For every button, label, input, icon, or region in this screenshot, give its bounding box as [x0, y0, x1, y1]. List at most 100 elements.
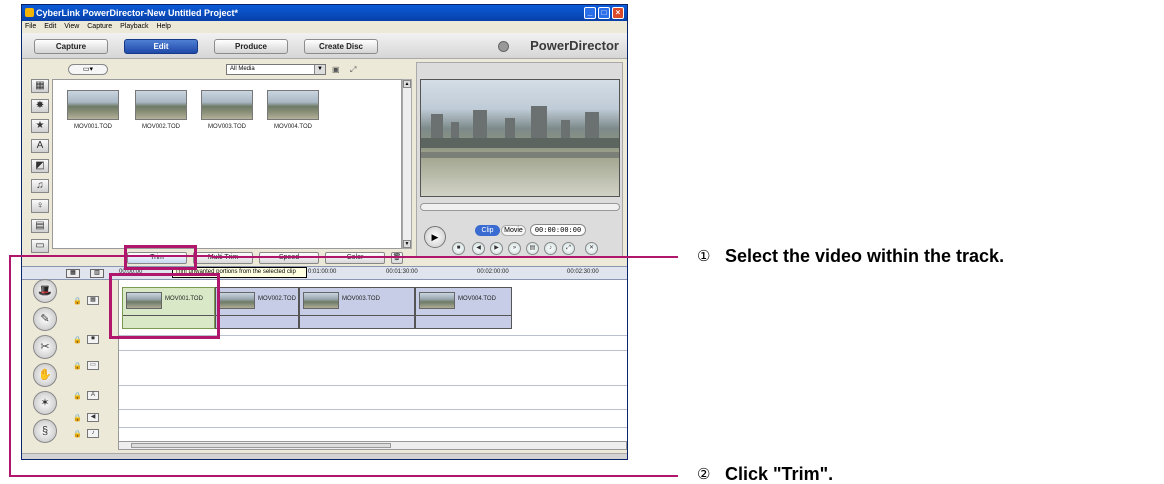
thumbnail-label: MOV001.TOD	[74, 124, 112, 130]
help-icon[interactable]	[498, 41, 509, 52]
menu-view[interactable]: View	[64, 23, 79, 30]
app-icon	[25, 8, 34, 17]
pip-room-icon[interactable]: ★	[31, 119, 49, 133]
media-thumbnail[interactable]: MOV002.TOD	[135, 90, 187, 134]
timeline-clip[interactable]: MOV004.TOD	[415, 287, 512, 329]
media-thumbnail[interactable]: MOV003.TOD	[201, 90, 253, 134]
minimize-button[interactable]: _	[584, 7, 596, 19]
voice-over-room-icon[interactable]: ♀	[31, 199, 49, 213]
menu-playback[interactable]: Playback	[120, 23, 148, 30]
transition-room-icon[interactable]: ◩	[31, 159, 49, 173]
step1-number: ①	[697, 248, 711, 265]
thumbnail-label: MOV003.TOD	[208, 124, 246, 130]
menu-capture[interactable]: Capture	[87, 23, 112, 30]
thumbnail-label: MOV002.TOD	[142, 124, 180, 130]
fast-forward-icon[interactable]: »	[508, 242, 521, 255]
folder-menu-button[interactable]: ▭▾	[68, 64, 108, 75]
scroll-down-icon[interactable]: ▼	[403, 240, 411, 248]
title-bar: CyberLink PowerDirector-New Untitled Pro…	[22, 5, 627, 21]
title-room-icon[interactable]: A	[31, 139, 49, 153]
ruler-tick: 00:01:30:00	[386, 269, 418, 275]
chevron-down-icon: ▼	[314, 65, 325, 74]
menu-file[interactable]: File	[25, 23, 36, 30]
clip-thumbnail	[303, 292, 339, 309]
fullscreen-icon[interactable]: ⤢	[562, 242, 575, 255]
library-scrollbar[interactable]: ▲ ▼	[402, 79, 412, 249]
preview-panel: ▶ Clip Movie 00:00:00:00 ■ ◀ ▶ » ▤ ♪ ⤢ ✕	[416, 62, 623, 258]
media-filter-select[interactable]: All Media ▼	[226, 64, 326, 75]
clip-mode-button[interactable]: Clip	[475, 225, 500, 236]
speed-button[interactable]: Speed	[259, 252, 319, 264]
thumbnail-label: MOV004.TOD	[274, 124, 312, 130]
room-tabs: ▦ ✸ ★ A ◩ ♫ ♀ ▤ ▭	[28, 79, 50, 253]
volume-icon[interactable]: ♪	[544, 242, 557, 255]
close-button[interactable]: ×	[612, 7, 624, 19]
step2-leader-line	[10, 475, 678, 477]
delete-clip-icon[interactable]: 🗑	[391, 252, 403, 264]
media-thumbnail[interactable]: MOV004.TOD	[267, 90, 319, 134]
menu-help[interactable]: Help	[156, 23, 170, 30]
previous-frame-icon[interactable]: ◀	[472, 242, 485, 255]
media-library: MOV001.TOD MOV002.TOD MOV003.TOD MOV004.…	[52, 79, 402, 249]
building-shape	[531, 106, 547, 140]
timeline-clip[interactable]: MOV003.TOD	[299, 287, 415, 329]
capture-button[interactable]: Capture	[34, 39, 108, 54]
clip-label: MOV004.TOD	[458, 296, 496, 302]
mute-icon[interactable]: ✕	[585, 242, 598, 255]
timecode-display[interactable]: 00:00:00:00	[530, 224, 586, 236]
building-shape	[505, 118, 515, 140]
scroll-up-icon[interactable]: ▲	[403, 80, 411, 88]
create-disc-button[interactable]: Create Disc	[304, 39, 378, 54]
clip-label: MOV002.TOD	[258, 296, 296, 302]
step2-number: ②	[697, 466, 711, 483]
clip-divider	[416, 315, 511, 316]
library-toolbar: ▭▾ All Media ▼ ▣ ⤢	[52, 62, 412, 78]
movie-mode-button[interactable]: Movie	[501, 225, 526, 236]
maximize-button[interactable]: □	[598, 7, 610, 19]
seek-slider[interactable]	[420, 203, 620, 211]
audio-room-icon[interactable]: ♫	[31, 179, 49, 193]
step1-text: Select the video within the track.	[725, 246, 1005, 266]
building-shape	[473, 110, 487, 140]
step1-leader-line	[212, 256, 678, 258]
menu-edit[interactable]: Edit	[44, 23, 56, 30]
media-thumbnail[interactable]: MOV001.TOD	[67, 90, 119, 134]
media-room-icon[interactable]: ▦	[31, 79, 49, 93]
thumbnail-image	[267, 90, 319, 120]
color-button[interactable]: Color	[325, 252, 385, 264]
expand-library-icon[interactable]: ⤢	[350, 65, 362, 74]
window-title: CyberLink PowerDirector-New Untitled Pro…	[36, 8, 239, 18]
thumbnail-image	[201, 90, 253, 120]
bridge-shape	[421, 138, 619, 148]
media-filter-value: All Media	[230, 66, 255, 72]
rail-shape	[421, 152, 619, 158]
stop-icon[interactable]: ■	[452, 242, 465, 255]
step2-text: Click "Trim".	[725, 464, 834, 484]
edit-button[interactable]: Edit	[124, 39, 198, 54]
snapshot-icon[interactable]: ▤	[526, 242, 539, 255]
building-shape	[431, 114, 443, 140]
timeline-clip[interactable]: MOV002.TOD	[215, 287, 299, 329]
building-shape	[585, 112, 599, 140]
import-media-icon[interactable]: ▣	[332, 65, 344, 74]
clip-label: MOV003.TOD	[342, 296, 380, 302]
produce-button[interactable]: Produce	[214, 39, 288, 54]
clip-thumbnail	[219, 292, 255, 309]
ruler-tick: 00:02:30:00	[567, 269, 599, 275]
ruler-tick: 0:01:00:00	[308, 269, 337, 275]
clip-divider	[300, 315, 414, 316]
play-icon[interactable]: ▶	[424, 226, 446, 248]
subtitle-room-icon[interactable]: ▭	[31, 239, 49, 253]
ruler-tick: 00:02:00:00	[477, 269, 509, 275]
chapter-room-icon[interactable]: ▤	[31, 219, 49, 233]
next-frame-icon[interactable]: ▶	[490, 242, 503, 255]
step2-bracket	[9, 255, 213, 477]
thumbnail-image	[67, 90, 119, 120]
thumbnail-image	[135, 90, 187, 120]
clip-divider	[216, 315, 298, 316]
clip-thumbnail	[419, 292, 455, 309]
screenshot-root: CyberLink PowerDirector-New Untitled Pro…	[0, 0, 1164, 484]
menu-bar: File Edit View Capture Playback Help	[22, 21, 627, 33]
effect-room-icon[interactable]: ✸	[31, 99, 49, 113]
building-shape	[561, 120, 570, 140]
